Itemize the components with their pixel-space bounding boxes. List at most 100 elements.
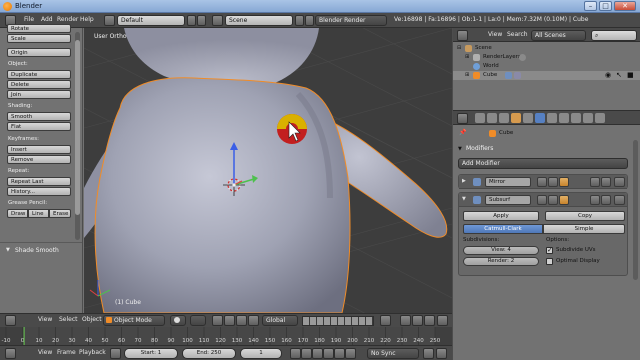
menu-view[interactable]: View (38, 315, 52, 326)
move-up-icon[interactable] (590, 177, 600, 187)
current-frame-field[interactable]: 1 (240, 348, 282, 359)
add-modifier-dropdown[interactable]: Add Modifier (458, 158, 628, 169)
next-keyframe-icon[interactable] (334, 348, 345, 359)
render-toggle-icon[interactable] (559, 195, 569, 205)
timeline[interactable]: -10 0 10 20 30 40 50 60 70 80 90 100 110 120 130 140 150… (0, 327, 452, 345)
grease-line-button[interactable]: Line (28, 209, 49, 218)
keying-set-icon[interactable] (436, 348, 447, 359)
editmode-toggle-icon[interactable] (537, 195, 547, 205)
smooth-button[interactable]: Smooth (7, 112, 71, 121)
snap-element-icon[interactable] (424, 315, 435, 326)
opengl-render-icon[interactable] (437, 315, 448, 326)
delete-button[interactable]: Delete (7, 80, 71, 89)
manipulator-toggle-icon[interactable] (212, 315, 223, 326)
editor-type-properties-icon[interactable] (457, 113, 468, 124)
flat-button[interactable]: Flat (7, 122, 71, 131)
lock-layers-icon[interactable] (380, 315, 391, 326)
visibility-eye-icon[interactable]: ◉ (605, 71, 611, 80)
remove-modifier-icon[interactable] (614, 177, 625, 187)
end-frame-field[interactable]: End: 250 (182, 348, 236, 359)
outliner-item-renderlayers[interactable]: ⊞ RenderLayers (453, 53, 640, 62)
outliner-search-input[interactable]: ⌕ (591, 30, 637, 41)
outliner-item-scene[interactable]: ⊟ Scene (453, 44, 640, 53)
modifiers-context-icon[interactable] (535, 113, 545, 123)
play-icon[interactable] (323, 348, 334, 359)
orientation-dropdown[interactable]: Global (262, 315, 298, 326)
preview-range-icon[interactable] (110, 348, 121, 359)
screen-add-button[interactable] (187, 15, 196, 26)
prev-keyframe-icon[interactable] (301, 348, 312, 359)
timeline-menu-frame[interactable]: Frame (57, 348, 76, 359)
expand-icon[interactable]: ⊞ (465, 71, 469, 80)
snap-icon[interactable] (412, 315, 423, 326)
realtime-toggle-icon[interactable] (548, 177, 558, 187)
duplicate-button[interactable]: Duplicate (7, 70, 71, 79)
scene-context-icon[interactable] (487, 113, 497, 123)
selectable-arrow-icon[interactable]: ↖ (616, 71, 622, 80)
editor-type-outliner-icon[interactable] (457, 30, 468, 41)
expand-icon[interactable]: ⊟ (457, 44, 461, 53)
scale-button[interactable]: Scale (7, 34, 71, 43)
timeline-menu-playback[interactable]: Playback (79, 348, 106, 359)
remove-keyframe-button[interactable]: Remove (7, 155, 71, 164)
grease-draw-button[interactable]: Draw (7, 209, 28, 218)
scene-remove-button[interactable] (305, 15, 314, 26)
origin-button[interactable]: Origin (7, 48, 71, 57)
move-up-icon[interactable] (590, 195, 600, 205)
minimize-button[interactable]: – (584, 1, 597, 11)
texture-context-icon[interactable] (571, 113, 581, 123)
object-context-icon[interactable] (511, 113, 521, 123)
collapse-triangle-icon[interactable]: ▼ (6, 247, 10, 253)
3d-viewport[interactable]: User Ortho (1) Cube (84, 28, 452, 313)
rotate-manipulator-icon[interactable] (236, 315, 247, 326)
move-down-icon[interactable] (601, 177, 611, 187)
world-context-icon[interactable] (499, 113, 509, 123)
expand-icon[interactable]: ▶ (462, 178, 466, 184)
join-button[interactable]: Join (7, 90, 71, 99)
timeline-ruler[interactable]: -10 0 10 20 30 40 50 60 70 80 90 100 110 120 130 140 150… (0, 327, 452, 345)
render-context-icon[interactable] (475, 113, 485, 123)
viewport-shading-dropdown[interactable] (170, 315, 186, 326)
tab-catmull-clark[interactable]: Catmull-Clark (463, 224, 543, 234)
scene-dropdown[interactable]: Scene (225, 15, 293, 26)
editmode-toggle-icon[interactable] (537, 177, 547, 187)
jump-end-icon[interactable] (345, 348, 356, 359)
subdivide-uvs-checkbox[interactable]: ✓ (546, 246, 553, 254)
screen-layout-icon[interactable] (104, 15, 115, 26)
render-toggle-icon[interactable] (559, 177, 569, 187)
translate-manipulator-icon[interactable] (224, 315, 235, 326)
close-button[interactable]: ✕ (614, 1, 636, 11)
scrollbar-thumb[interactable] (75, 40, 80, 215)
jump-start-icon[interactable] (290, 348, 301, 359)
scene-add-button[interactable] (295, 15, 304, 26)
particles-context-icon[interactable] (583, 113, 593, 123)
play-reverse-icon[interactable] (312, 348, 323, 359)
physics-context-icon[interactable] (595, 113, 605, 123)
outliner-menu-search[interactable]: Search (507, 30, 528, 41)
menu-help[interactable]: Help (80, 15, 94, 26)
outliner-display-dropdown[interactable]: All Scenes (531, 30, 586, 41)
outliner-item-world[interactable]: World (453, 62, 640, 71)
grease-erase-button[interactable]: Erase (49, 209, 71, 218)
tab-simple[interactable]: Simple (543, 224, 625, 234)
data-context-icon[interactable] (547, 113, 557, 123)
render-engine-dropdown[interactable]: Blender Render (315, 15, 387, 26)
scene-icon[interactable] (212, 15, 223, 26)
record-icon[interactable] (423, 348, 434, 359)
render-levels-field[interactable]: Render: 2 (463, 257, 539, 266)
editor-type-3d-icon[interactable] (5, 315, 16, 326)
menu-object[interactable]: Object (82, 315, 102, 326)
renderable-camera-icon[interactable]: ■ (627, 71, 634, 80)
history-button[interactable]: History... (7, 187, 71, 196)
pin-icon[interactable]: 📌 (459, 129, 466, 136)
editor-type-timeline-icon[interactable] (5, 348, 16, 359)
proportional-edit-icon[interactable] (400, 315, 411, 326)
material-context-icon[interactable] (559, 113, 569, 123)
tool-shelf-scrollbar[interactable] (75, 32, 80, 240)
collapse-icon[interactable]: ▼ (462, 196, 466, 202)
maximize-button[interactable]: □ (599, 1, 612, 11)
scale-manipulator-icon[interactable] (248, 315, 259, 326)
timeline-menu-view[interactable]: View (38, 348, 52, 359)
start-frame-field[interactable]: Start: 1 (124, 348, 178, 359)
mirror-name-field[interactable]: Mirror (485, 177, 531, 187)
